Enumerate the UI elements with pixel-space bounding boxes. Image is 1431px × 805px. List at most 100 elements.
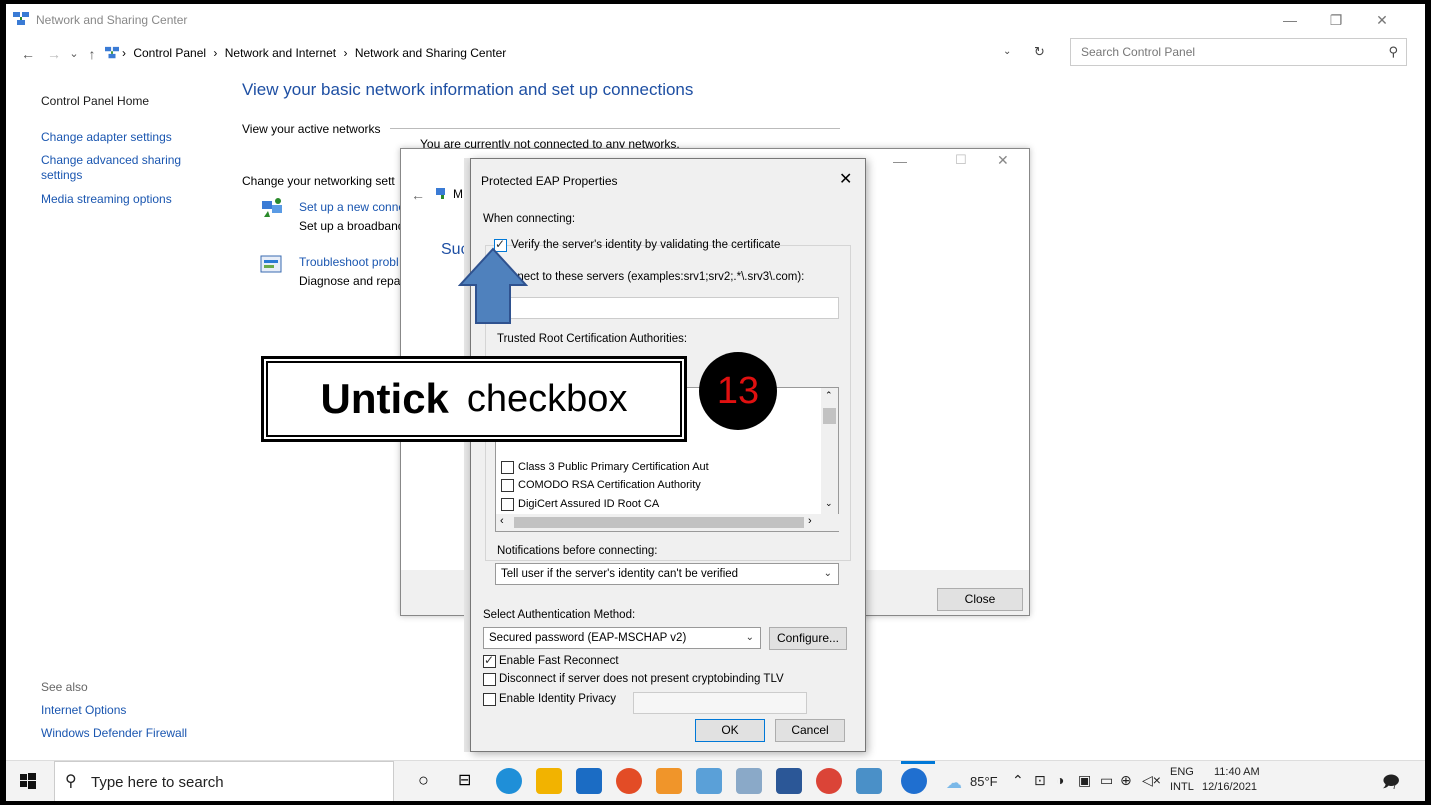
minimize-button[interactable]: —	[1267, 4, 1313, 36]
search-input[interactable]: Search Control Panel ⚲	[1070, 38, 1407, 66]
fast-reconnect-label[interactable]: Enable Fast Reconnect	[499, 655, 619, 667]
verify-server-label[interactable]: Verify the server's identity by validati…	[511, 239, 780, 251]
cert-checkbox[interactable]	[501, 479, 514, 492]
breadcrumb-network-sharing[interactable]: Network and Sharing Center	[355, 46, 506, 60]
forward-arrow-icon[interactable]: →	[44, 44, 64, 64]
chrome-profile-icon[interactable]	[816, 768, 842, 794]
identity-privacy-input[interactable]	[633, 692, 807, 714]
windows-firewall-link[interactable]: Windows Defender Firewall	[41, 726, 187, 740]
disconnect-tlv-checkbox[interactable]	[483, 673, 496, 686]
bg-nav-label: M	[453, 187, 463, 201]
eap-dialog-body: When connecting: Verify the server's ide…	[471, 199, 865, 751]
breadcrumb-sep: ›	[343, 46, 348, 60]
scroll-left-icon[interactable]: ‹	[500, 515, 504, 527]
notepad-icon[interactable]	[736, 768, 762, 794]
chrome-icon[interactable]	[616, 768, 642, 794]
breadcrumb-control-panel[interactable]: Control Panel	[133, 46, 206, 60]
setup-connection-desc: Set up a broadbanc	[299, 219, 404, 233]
clock-date[interactable]: 12/16/2021	[1202, 781, 1257, 793]
windows-start-icon[interactable]	[20, 773, 36, 789]
close-button[interactable]: Close	[937, 588, 1023, 611]
volume-muted-icon[interactable]: ◁×	[1142, 772, 1161, 789]
identity-privacy-checkbox[interactable]	[483, 693, 496, 706]
weather-icon[interactable]: ☁	[946, 773, 962, 793]
lang-top[interactable]: ENG	[1170, 766, 1194, 778]
cert-list-vscroll[interactable]: ⌃ ⌄	[821, 388, 838, 514]
mail-icon[interactable]	[576, 768, 602, 794]
refresh-icon[interactable]: ↻	[1034, 44, 1045, 60]
bg-close-icon[interactable]: ✕	[997, 152, 1009, 169]
control-panel-home-link[interactable]: Control Panel Home	[41, 94, 149, 108]
network-center-icon	[13, 12, 29, 25]
up-arrow-icon[interactable]: ↑	[82, 44, 102, 64]
change-advanced-sharing-link[interactable]: Change advanced sharing	[41, 153, 181, 167]
servers-input[interactable]	[495, 297, 839, 319]
tray-display-icon[interactable]: ▣	[1078, 772, 1091, 789]
configure-button[interactable]: Configure...	[769, 627, 847, 650]
battery-icon[interactable]: ▭	[1100, 772, 1113, 789]
internet-options-link[interactable]: Internet Options	[41, 703, 126, 717]
edge-icon[interactable]	[496, 768, 522, 794]
tray-sync-icon[interactable]: ◑	[1056, 772, 1064, 788]
help-icon[interactable]	[901, 768, 927, 794]
auth-method-label: Select Authentication Method:	[483, 609, 636, 621]
cert-item[interactable]: DigiCert Assured ID Root CA	[518, 498, 659, 510]
cert-item[interactable]: Class 3 Public Primary Certification Aut	[518, 461, 709, 473]
fast-reconnect-checkbox[interactable]	[483, 653, 496, 668]
taskbar-search-input[interactable]: ⚲ Type here to search	[54, 761, 394, 801]
notifications-icon[interactable]: 🗩	[1382, 771, 1400, 798]
active-networks-label: View your active networks	[242, 122, 381, 136]
cert-checkbox[interactable]	[501, 498, 514, 511]
bg-maximize-button[interactable]: ☐	[955, 152, 967, 168]
breadcrumb-network-internet[interactable]: Network and Internet	[225, 46, 336, 60]
lang-bottom[interactable]: INTL	[1170, 781, 1194, 793]
cert-checkbox[interactable]	[501, 461, 514, 474]
word-icon[interactable]	[776, 768, 802, 794]
weather-temp[interactable]: 85°F	[970, 774, 998, 789]
eap-close-icon[interactable]: ✕	[839, 169, 852, 189]
scroll-down-icon[interactable]: ⌄	[825, 498, 833, 509]
scroll-up-icon[interactable]: ⌃	[825, 390, 833, 401]
cert-item[interactable]: COMODO RSA Certification Authority	[518, 479, 701, 491]
when-connecting-label: When connecting:	[483, 213, 576, 225]
cortana-icon[interactable]: ○	[418, 770, 429, 791]
cancel-button[interactable]: Cancel	[775, 719, 845, 742]
change-adapter-settings-link[interactable]: Change adapter settings	[41, 130, 172, 144]
change-settings-label: Change your networking sett	[242, 174, 395, 188]
task-view-icon[interactable]: ⊟	[458, 770, 471, 790]
disconnect-tlv-label[interactable]: Disconnect if server does not present cr…	[499, 673, 784, 685]
setup-connection-link[interactable]: Set up a new conne	[299, 200, 405, 214]
hscroll-thumb[interactable]	[514, 517, 804, 528]
scroll-thumb[interactable]	[823, 408, 836, 424]
identity-privacy-label[interactable]: Enable Identity Privacy	[499, 693, 616, 705]
media-streaming-options-link[interactable]: Media streaming options	[41, 192, 172, 206]
change-advanced-sharing-link-line2[interactable]: settings	[41, 168, 82, 182]
ok-button[interactable]: OK	[695, 719, 765, 742]
bg-minimize-button[interactable]: —	[893, 153, 907, 169]
snipping-tool-icon[interactable]	[696, 768, 722, 794]
tray-app-icon[interactable]: ⊡	[1034, 772, 1046, 789]
divider	[390, 128, 840, 129]
bg-back-arrow-icon[interactable]: ←	[411, 187, 425, 203]
restore-button[interactable]: ❐	[1313, 4, 1359, 36]
troubleshoot-link[interactable]: Troubleshoot probl	[299, 255, 399, 269]
show-hidden-icons-icon[interactable]: ⌃	[1012, 772, 1024, 789]
up-arrow-annotation-icon	[458, 247, 528, 324]
screen-frame: Network and Sharing Center — ❐ ✕ ← → ⌄ ↑…	[6, 4, 1425, 801]
window-close-button[interactable]: ✕	[1359, 4, 1405, 36]
address-dropdown-icon[interactable]: ⌄	[1003, 46, 1011, 57]
window-title: Network and Sharing Center	[36, 13, 188, 27]
notifications-select[interactable]: Tell user if the server's identity can't…	[495, 563, 839, 585]
recent-locations-icon[interactable]: ⌄	[64, 44, 84, 64]
sublime-text-icon[interactable]	[656, 768, 682, 794]
back-arrow-icon[interactable]: ←	[18, 44, 38, 64]
cert-list-hscroll[interactable]: ‹ ›	[496, 514, 840, 531]
auth-method-select[interactable]: Secured password (EAP-MSCHAP v2) ⌄	[483, 627, 761, 649]
search-icon[interactable]: ⚲	[1388, 44, 1398, 60]
file-explorer-icon[interactable]	[536, 768, 562, 794]
clock-time[interactable]: 11:40 AM	[1214, 766, 1260, 778]
scroll-right-icon[interactable]: ›	[808, 515, 812, 527]
control-panel-icon[interactable]	[856, 768, 882, 794]
search-icon: ⚲	[65, 773, 77, 790]
network-globe-icon[interactable]: ⊕	[1120, 772, 1132, 789]
